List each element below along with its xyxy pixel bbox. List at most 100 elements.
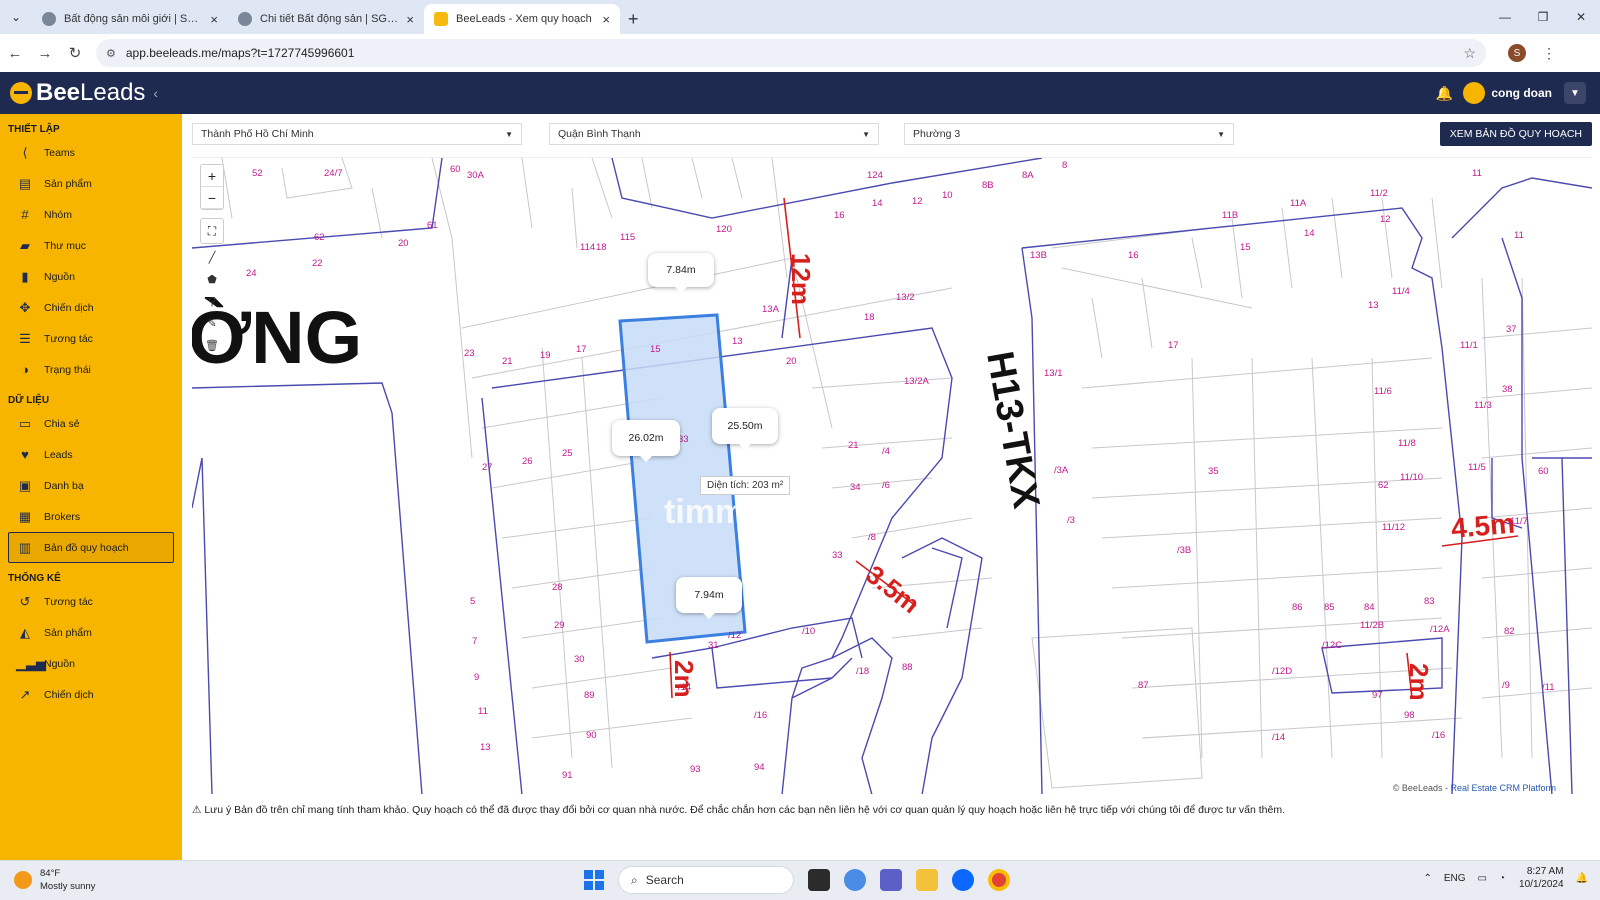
- task-view-icon[interactable]: [808, 869, 830, 891]
- file-explorer-icon[interactable]: [916, 869, 938, 891]
- city-select[interactable]: Thành Phố Hồ Chí Minh ▼: [192, 123, 522, 145]
- volume-icon[interactable]: ◔: [1499, 873, 1505, 884]
- bookmark-star-icon[interactable]: ☆: [1463, 45, 1476, 62]
- district-select[interactable]: Quận Bình Thạnh ▼: [549, 123, 879, 145]
- lot-number-label: 19: [540, 350, 551, 361]
- zoom-out-button[interactable]: −: [201, 187, 223, 209]
- lot-number-label: 11/4: [1392, 286, 1410, 297]
- collapse-sidebar-icon[interactable]: ‹: [153, 85, 158, 101]
- tab-search-icon[interactable]: ⌄: [0, 0, 32, 34]
- sidebar-item-sources[interactable]: ▮ Nguồn: [0, 261, 182, 292]
- copilot-icon[interactable]: [844, 869, 866, 891]
- teams-icon[interactable]: [880, 869, 902, 891]
- tab-title: Chi tiết Bất động sản | SGCR Cr: [260, 13, 401, 25]
- sidebar-item-groups[interactable]: # Nhóm: [0, 199, 182, 230]
- lot-number-label: 11/6: [1374, 386, 1392, 397]
- lot-number-label: /12A: [1430, 624, 1450, 635]
- lot-number-label: 62: [314, 232, 325, 243]
- close-tab-icon[interactable]: ×: [210, 12, 218, 27]
- tray-chevron-icon[interactable]: ⌃: [1423, 873, 1431, 884]
- tab-beeleads-map[interactable]: BeeLeads - Xem quy hoạch ×: [424, 4, 620, 34]
- view-planning-map-button[interactable]: XEM BẢN ĐỒ QUY HOẠCH: [1439, 122, 1592, 146]
- sidebar-item-stats-campaigns[interactable]: ↗ Chiến dịch: [0, 679, 182, 710]
- close-window-icon[interactable]: ✕: [1562, 0, 1600, 34]
- minimize-icon[interactable]: —: [1486, 0, 1524, 34]
- back-icon[interactable]: ←: [0, 45, 30, 62]
- sidebar-item-folders[interactable]: ▰ Thư mục: [0, 230, 182, 261]
- reload-icon[interactable]: ↻: [60, 44, 90, 62]
- forward-icon[interactable]: →: [30, 45, 60, 62]
- attribution-link[interactable]: Real Estate CRM Platform: [1450, 783, 1556, 793]
- browser-menu-icon[interactable]: ⋮: [1542, 45, 1556, 62]
- profile-avatar[interactable]: S: [1508, 44, 1526, 62]
- tab-property-detail[interactable]: Chi tiết Bất động sản | SGCR Cr ×: [228, 4, 424, 34]
- sidebar-item-label: Tương tác: [44, 332, 93, 345]
- lot-number-label: /3A: [1054, 465, 1069, 476]
- language-indicator[interactable]: ENG: [1444, 873, 1466, 884]
- user-menu-chevron-icon[interactable]: ▼: [1564, 82, 1586, 104]
- sidebar-item-teams[interactable]: ⟨ Teams: [0, 137, 182, 168]
- beeleads-logo[interactable]: Bee Leads: [10, 79, 145, 107]
- sidebar-item-label: Chia sẻ: [44, 417, 80, 430]
- weather-widget[interactable]: 84°F Mostly sunny: [14, 867, 95, 893]
- sidebar-item-label: Chiến dịch: [44, 688, 94, 701]
- lot-number-label: /16: [1432, 730, 1445, 741]
- place-marker-icon[interactable]: ⚲: [200, 290, 224, 312]
- planning-map[interactable]: 12m 3.5m 2m 4.5m 2m H13-TKX ỜNG timm 52 2…: [192, 157, 1592, 794]
- user-name[interactable]: cong doan: [1491, 86, 1552, 100]
- lot-number-label: 11: [478, 706, 488, 717]
- site-info-icon[interactable]: ⚙: [106, 47, 116, 60]
- tab-broker-properties[interactable]: Bất động sản môi giới | SGCR C ×: [32, 4, 228, 34]
- close-tab-icon[interactable]: ×: [406, 12, 414, 27]
- sidebar-item-products[interactable]: ▤ Sản phẩm: [0, 168, 182, 199]
- tab-title: BeeLeads - Xem quy hoạch: [456, 13, 592, 25]
- chrome-icon[interactable]: [988, 869, 1010, 891]
- taskbar-search[interactable]: ⌕ Search: [618, 866, 794, 894]
- zoom-in-button[interactable]: +: [201, 165, 223, 187]
- sidebar-item-campaigns[interactable]: ✥ Chiến dịch: [0, 292, 182, 323]
- laptop-icon: ▭: [18, 415, 32, 431]
- lot-number-label: /6: [882, 480, 890, 491]
- lot-number-label: 11B: [1222, 210, 1238, 221]
- width-labels: 12m 3.5m 2m 4.5m 2m: [669, 253, 1516, 701]
- notification-center-icon[interactable]: 🔔: [1576, 873, 1588, 884]
- sidebar-item-stats-interactions[interactable]: ↺ Tương tác: [0, 586, 182, 617]
- lot-number-label: 11/3: [1474, 400, 1492, 411]
- search-placeholder: Search: [645, 873, 684, 887]
- sidebar-item-leads[interactable]: ♥ Leads: [0, 439, 182, 470]
- sidebar-item-planning-map[interactable]: ▥ Bản đồ quy hoạch: [8, 532, 174, 563]
- draw-polygon-icon[interactable]: ⬟: [200, 268, 224, 290]
- notification-bell-icon[interactable]: 🔔: [1436, 85, 1453, 102]
- user-avatar[interactable]: [1463, 82, 1486, 104]
- network-icon[interactable]: ▭: [1478, 873, 1487, 884]
- trash-icon[interactable]: 🗑: [200, 334, 224, 356]
- fullscreen-icon[interactable]: ⛶: [201, 219, 223, 243]
- draw-line-icon[interactable]: ╱: [200, 246, 224, 268]
- sidebar-item-brokers[interactable]: ▦ Brokers: [0, 501, 182, 532]
- lot-grid: [221, 158, 1592, 789]
- restore-icon[interactable]: ❐: [1524, 0, 1562, 34]
- sidebar-item-statuses[interactable]: ◑ Trạng thái: [0, 354, 182, 385]
- address-bar[interactable]: ⚙ app.beeleads.me/maps?t=1727745996601 ☆: [96, 39, 1486, 67]
- area-value: 203 m²: [752, 480, 784, 491]
- clock[interactable]: 8:27 AM 10/1/2024: [1519, 865, 1564, 891]
- zalo-icon[interactable]: [952, 869, 974, 891]
- windows-start-icon[interactable]: [584, 870, 604, 890]
- sidebar-item-interactions[interactable]: ☰ Tương tác: [0, 323, 182, 354]
- close-tab-icon[interactable]: ×: [602, 12, 610, 27]
- sidebar-item-stats-sources[interactable]: ▁▃▅ Nguồn: [0, 648, 182, 679]
- ward-select[interactable]: Phường 3 ▼: [904, 123, 1234, 145]
- zoom-controls: + −: [200, 164, 224, 210]
- weather-desc: Mostly sunny: [40, 881, 96, 892]
- sidebar-item-label: Nguồn: [44, 270, 75, 283]
- id-card-icon: ▦: [18, 508, 32, 524]
- sidebar-item-sharing[interactable]: ▭ Chia sẻ: [0, 408, 182, 439]
- new-tab-icon[interactable]: +: [628, 4, 639, 34]
- lot-number-label: 27: [482, 462, 493, 473]
- district-value: Quận Bình Thạnh: [558, 128, 641, 140]
- measure-callout-bottom: 7.94m: [676, 577, 742, 619]
- lot-number-label: 30: [574, 654, 585, 665]
- edit-icon[interactable]: ✎: [200, 312, 224, 334]
- sidebar-item-stats-products[interactable]: ◭ Sản phẩm: [0, 617, 182, 648]
- sidebar-item-contacts[interactable]: ▣ Danh bạ: [0, 470, 182, 501]
